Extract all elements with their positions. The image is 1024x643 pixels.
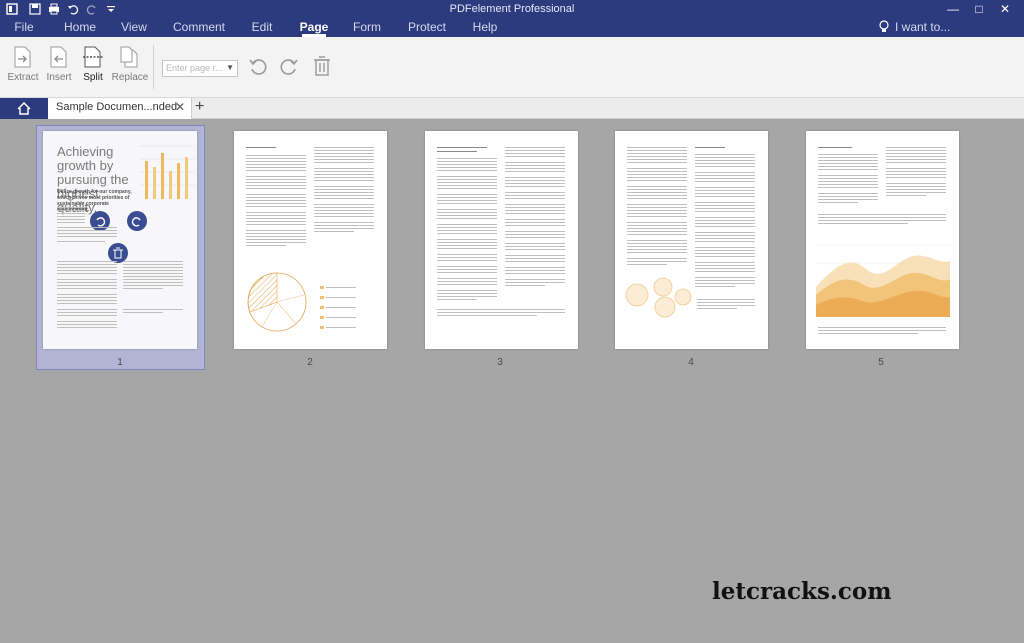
page-1-bar-chart (140, 145, 194, 199)
page-thumbnail-2[interactable] (234, 131, 387, 349)
ribbon-divider (153, 45, 154, 89)
page-thumbnail-3[interactable] (425, 131, 578, 349)
page-number-2: 2 (307, 357, 313, 368)
replace-label: Replace (111, 72, 149, 83)
page-number-4: 4 (688, 357, 694, 368)
page-range-select[interactable]: Enter page r... ▼ (162, 60, 238, 77)
page-2-pie-chart (247, 272, 307, 332)
rotate-right-icon[interactable] (279, 56, 299, 76)
page-number-1: 1 (117, 357, 123, 368)
menu-home[interactable]: Home (64, 20, 96, 34)
split-icon (83, 46, 103, 68)
home-icon (17, 102, 31, 115)
document-tab-bar: Sample Documen...nded ✕ + (0, 98, 1024, 119)
title-bar: PDFelement Professional — □ ✕ File Home … (0, 0, 1024, 37)
home-tab[interactable] (0, 98, 48, 119)
page-number-3: 3 (497, 357, 503, 368)
add-tab-icon[interactable]: + (195, 98, 204, 116)
menu-help[interactable]: Help (473, 20, 498, 34)
menu-edit[interactable]: Edit (252, 20, 273, 34)
search-placeholder: I want to... (895, 20, 951, 34)
page-range-placeholder: Enter page r... (166, 63, 223, 73)
document-tab-title: Sample Documen...nded (56, 101, 178, 113)
watermark-text: letcracks.com (712, 578, 892, 605)
menu-protect[interactable]: Protect (408, 20, 446, 34)
split-button[interactable]: Split (73, 45, 113, 83)
page-5-area-chart (816, 244, 950, 318)
page-thumbnail-4[interactable] (615, 131, 768, 349)
menu-comment[interactable]: Comment (173, 20, 225, 34)
page-thumbnail-5[interactable] (806, 131, 959, 349)
menu-file[interactable]: File (14, 20, 33, 34)
close-tab-icon[interactable]: ✕ (175, 100, 185, 114)
rotate-page-right-icon[interactable] (127, 211, 147, 231)
delete-page-icon[interactable] (108, 243, 128, 263)
page-thumbnail-1[interactable]: Achieving growth by pursuing the highest… (43, 131, 197, 349)
extract-icon (14, 46, 31, 68)
close-icon[interactable]: ✕ (992, 1, 1018, 17)
window-controls: — □ ✕ (940, 1, 1018, 17)
delete-icon[interactable] (313, 56, 331, 76)
menu-view[interactable]: View (121, 20, 147, 34)
split-label: Split (83, 72, 103, 83)
replace-button[interactable]: Replace (110, 45, 150, 83)
extract-label: Extract (7, 72, 39, 83)
chevron-down-icon: ▼ (226, 63, 234, 72)
menu-page[interactable]: Page (300, 20, 329, 34)
rotate-left-icon[interactable] (248, 56, 268, 76)
menu-form[interactable]: Form (353, 20, 381, 34)
insert-label: Insert (46, 72, 72, 83)
lightbulb-icon (879, 20, 889, 32)
insert-icon (50, 46, 67, 68)
document-tab[interactable]: Sample Documen...nded ✕ (48, 98, 192, 119)
page-number-5: 5 (878, 357, 884, 368)
search-box[interactable]: I want to... (878, 19, 950, 35)
minimize-icon[interactable]: — (940, 1, 966, 17)
replace-icon (120, 46, 138, 68)
menu-bar: File Home View Comment Edit Page Form Pr… (0, 17, 870, 37)
maximize-icon[interactable]: □ (966, 1, 992, 17)
app-title: PDFelement Professional (449, 3, 575, 15)
ribbon-toolbar: Extract Insert Split Replace Enter page … (0, 37, 1024, 98)
page-4-bubble-chart (625, 277, 692, 318)
rotate-page-left-icon[interactable] (90, 211, 110, 231)
extract-button[interactable]: Extract (3, 45, 43, 83)
